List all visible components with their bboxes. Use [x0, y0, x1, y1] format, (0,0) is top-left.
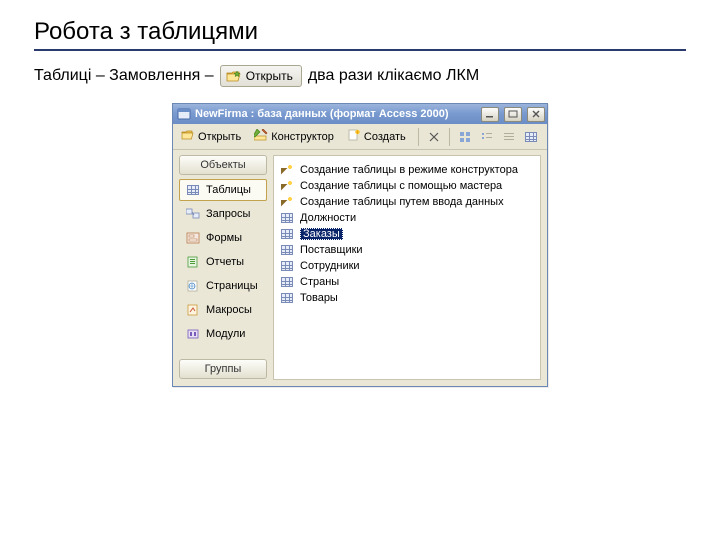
list-item-label: Должности [300, 212, 356, 224]
window-body: Объекты Таблицы Запросы Формы Отчеты Стр… [173, 150, 547, 386]
list-item[interactable]: Товары [278, 290, 536, 306]
macros-icon [186, 303, 200, 317]
sidebar-objects-header[interactable]: Объекты [179, 155, 267, 175]
list-item-label: Создание таблицы путем ввода данных [300, 196, 504, 208]
toolbar-open-label: Открыть [198, 131, 241, 143]
sidebar-item-label: Модули [206, 328, 245, 340]
toolbar: Открыть Конструктор Создать [173, 124, 547, 150]
app-icon [177, 107, 191, 121]
table-icon [186, 183, 200, 197]
list-item[interactable]: Страны [278, 274, 536, 290]
reports-icon [186, 255, 200, 269]
list-item[interactable]: Поставщики [278, 242, 536, 258]
toolbar-separator [418, 128, 419, 146]
window-title: NewFirma : база данных (формат Access 20… [195, 108, 476, 120]
list-item[interactable]: Заказы [278, 226, 536, 242]
list-item-label: Страны [300, 276, 339, 288]
toolbar-list-button[interactable] [499, 128, 519, 146]
table-icon [280, 275, 294, 289]
wizard-icon [280, 163, 294, 177]
toolbar-create-label: Создать [364, 131, 406, 143]
sidebar-item-label: Запросы [206, 208, 250, 220]
instruction-line: Таблиці – Замовлення – Открыть два рази … [34, 65, 686, 87]
list-item[interactable]: Должности [278, 210, 536, 226]
table-icon [280, 259, 294, 273]
list-item-label: Поставщики [300, 244, 363, 256]
folder-open-icon [226, 69, 242, 83]
table-icon [280, 227, 294, 241]
maximize-button[interactable] [504, 107, 522, 122]
modules-icon [186, 327, 200, 341]
toolbar-open-button[interactable]: Открыть [177, 126, 248, 147]
instruction-prefix: Таблиці – Замовлення – [34, 67, 214, 85]
table-icon [280, 211, 294, 225]
slide-title: Робота з таблицями [34, 18, 686, 46]
list-item[interactable]: Создание таблицы путем ввода данных [278, 194, 536, 210]
wizard-icon [280, 179, 294, 193]
sidebar-item-macros[interactable]: Макросы [179, 299, 267, 321]
list-item-label: Создание таблицы в режиме конструктора [300, 164, 518, 176]
sidebar-item-tables[interactable]: Таблицы [179, 179, 267, 201]
list-item[interactable]: Создание таблицы в режиме конструктора [278, 162, 536, 178]
sidebar-item-queries[interactable]: Запросы [179, 203, 267, 225]
ruler-pencil-icon [254, 129, 268, 144]
wizard-icon [280, 195, 294, 209]
toolbar-details-button[interactable] [521, 129, 541, 145]
sidebar-item-pages[interactable]: Страницы [179, 275, 267, 297]
sidebar-item-label: Макросы [206, 304, 252, 316]
access-db-window: NewFirma : база данных (формат Access 20… [172, 103, 548, 387]
toolbar-design-label: Конструктор [271, 131, 334, 143]
object-list: Создание таблицы в режиме конструктора С… [273, 155, 541, 380]
sidebar-item-reports[interactable]: Отчеты [179, 251, 267, 273]
forms-icon [186, 231, 200, 245]
objects-sidebar: Объекты Таблицы Запросы Формы Отчеты Стр… [173, 150, 273, 386]
sidebar-item-modules[interactable]: Модули [179, 323, 267, 345]
sidebar-item-label: Таблицы [206, 184, 251, 196]
table-icon [280, 243, 294, 257]
inline-open-button[interactable]: Открыть [220, 65, 302, 87]
table-icon [280, 291, 294, 305]
sidebar-item-label: Страницы [206, 280, 258, 292]
list-item[interactable]: Создание таблицы с помощью мастера [278, 178, 536, 194]
sidebar-groups-header[interactable]: Группы [179, 359, 267, 379]
list-item-label: Сотрудники [300, 260, 360, 272]
close-button[interactable] [527, 107, 545, 122]
toolbar-separator [449, 128, 450, 146]
list-item[interactable]: Сотрудники [278, 258, 536, 274]
new-icon [347, 129, 361, 144]
title-divider [34, 49, 686, 51]
list-item-label: Товары [300, 292, 338, 304]
inline-open-button-label: Открыть [246, 69, 293, 83]
instruction-suffix: два рази клікаємо ЛКМ [308, 67, 479, 85]
minimize-button[interactable] [481, 107, 499, 122]
list-item-label: Заказы [300, 228, 343, 240]
pages-icon [186, 279, 200, 293]
sidebar-item-forms[interactable]: Формы [179, 227, 267, 249]
toolbar-design-button[interactable]: Конструктор [250, 126, 341, 147]
toolbar-create-button[interactable]: Создать [343, 126, 413, 147]
folder-open-icon [181, 129, 195, 144]
queries-icon [186, 207, 200, 221]
sidebar-item-label: Формы [206, 232, 242, 244]
toolbar-delete-button[interactable] [424, 128, 444, 146]
sidebar-item-label: Отчеты [206, 256, 244, 268]
list-item-label: Создание таблицы с помощью мастера [300, 180, 502, 192]
window-titlebar: NewFirma : база данных (формат Access 20… [173, 104, 547, 124]
toolbar-large-icons-button[interactable] [455, 128, 475, 146]
toolbar-small-icons-button[interactable] [477, 128, 497, 146]
